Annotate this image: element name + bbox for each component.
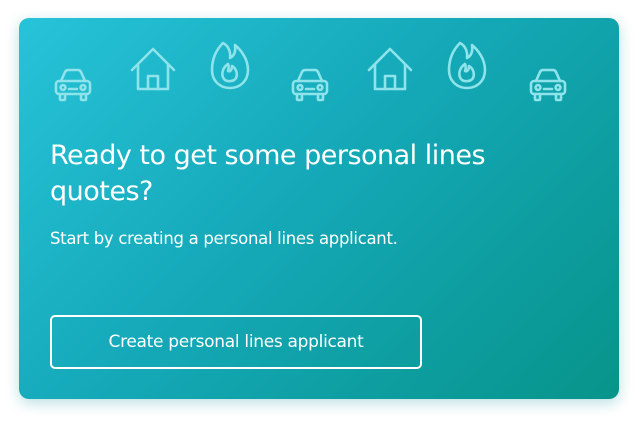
card-subtitle: Start by creating a personal lines appli… (50, 229, 398, 248)
house-icon (366, 46, 414, 92)
decorative-icon-row (19, 41, 619, 112)
empty-state-card: Ready to get some personal lines quotes?… (19, 18, 619, 399)
card-title: Ready to get some personal lines quotes? (50, 140, 486, 207)
car-icon (290, 68, 330, 102)
flame-icon (447, 40, 487, 90)
create-applicant-button[interactable]: Create personal lines applicant (50, 315, 422, 369)
car-icon (53, 68, 93, 102)
car-icon (528, 68, 568, 102)
house-icon (129, 46, 177, 92)
flame-icon (210, 40, 250, 90)
